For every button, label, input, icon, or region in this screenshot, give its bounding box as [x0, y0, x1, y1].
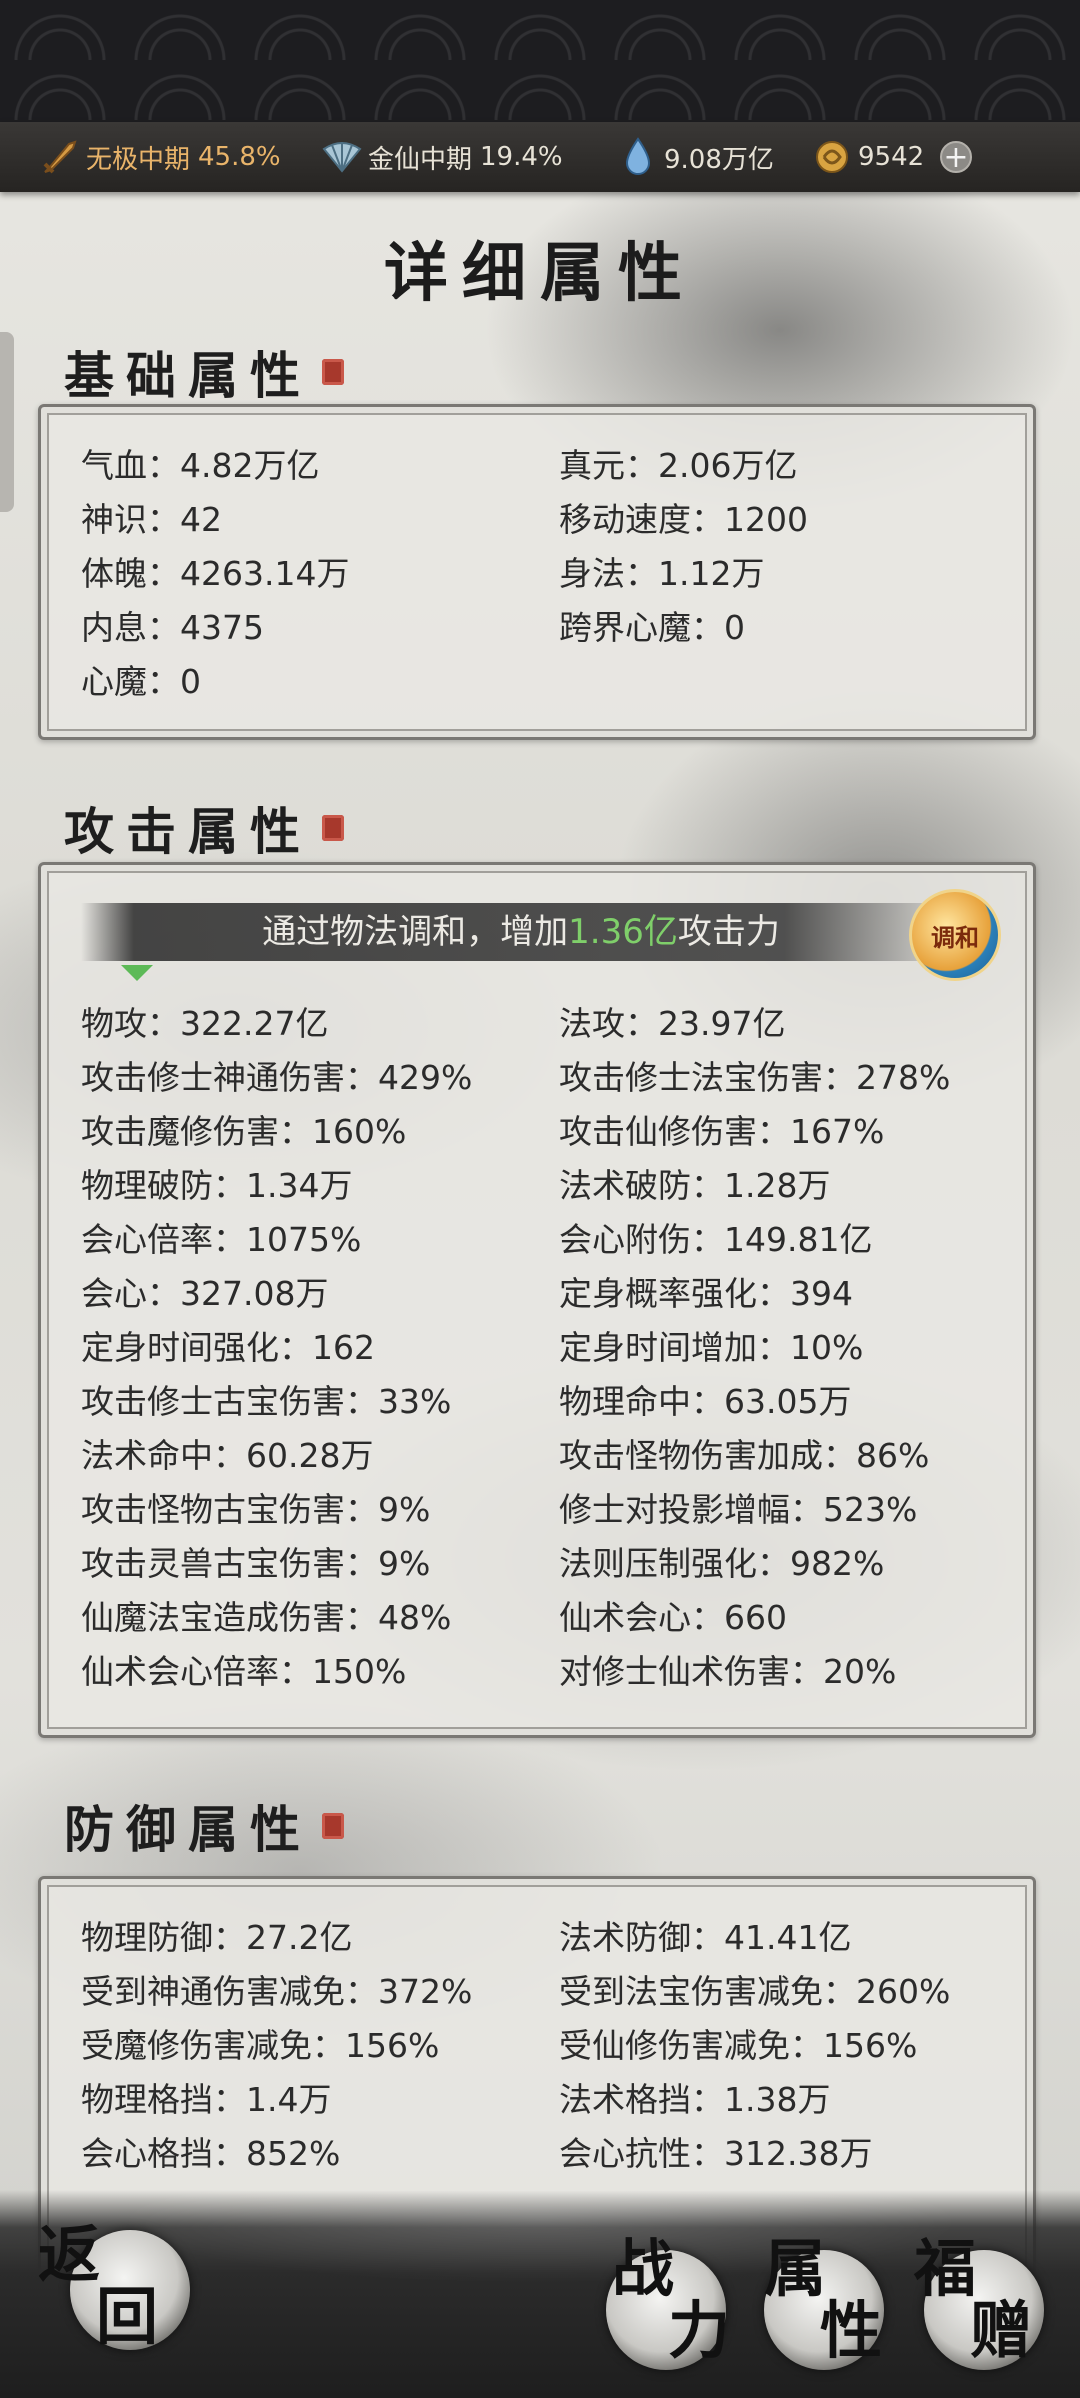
- coin-amount: 9542: [858, 142, 925, 172]
- harmony-banner: 通过物法调和，增加1.36亿攻击力: [81, 903, 961, 961]
- top-decoration: [0, 0, 1080, 122]
- stat-cell: 定身概率强化：394: [559, 1274, 853, 1313]
- page-title: 详细属性: [384, 236, 696, 311]
- crystal-drop-icon: [618, 137, 658, 177]
- stat-cell: 会心抗性：312.38万: [559, 2134, 873, 2173]
- stat-cell: 法术破防：1.28万: [559, 1166, 831, 1205]
- stat-cell: 攻击怪物伤害加成：86%: [559, 1436, 930, 1475]
- stat-cell: 神识：42: [81, 500, 222, 539]
- realm2-name: 金仙中期: [368, 144, 473, 175]
- stat-cell: 定身时间强化：162: [81, 1328, 375, 1367]
- stat-cell: 攻击仙修伤害：167%: [559, 1112, 885, 1151]
- back-char-2: 回: [96, 2280, 159, 2353]
- attack-section-title: 攻击属性: [64, 802, 312, 861]
- stat-cell: 物理破防：1.34万: [81, 1166, 353, 1205]
- stat-cell: 攻击灵兽古宝伤害：9%: [81, 1544, 431, 1583]
- banner-suffix: 攻击力: [677, 912, 780, 952]
- stat-cell: 攻击修士法宝伤害：278%: [559, 1058, 951, 1097]
- basic-section-title: 基础属性: [64, 346, 312, 405]
- stat-cell: 攻击修士古宝伤害：33%: [81, 1382, 452, 1421]
- stat-cell: 受到神通伤害减免：372%: [81, 1972, 473, 2011]
- defense-section-title: 防御属性: [64, 1800, 312, 1859]
- basic-stats-panel: 气血：4.82万亿 真元：2.06万亿 神识：42 移动速度：1200 体魄：4…: [38, 404, 1036, 740]
- realm1-percent: 45.8%: [198, 142, 281, 172]
- fan-icon: [322, 137, 362, 177]
- add-coins-button[interactable]: +: [940, 141, 972, 173]
- stat-cell: 受魔修伤害减免：156%: [81, 2026, 440, 2065]
- power-char-2: 力: [668, 2294, 731, 2367]
- banner-arrow-icon: [121, 965, 153, 981]
- realm2-indicator: 金仙中期 19.4%: [322, 137, 563, 177]
- stat-cell: 体魄：4263.14万: [81, 554, 350, 593]
- stat-cell: 攻击魔修伤害：160%: [81, 1112, 407, 1151]
- power-char-1: 战: [612, 2232, 675, 2305]
- stat-cell: 气血：4.82万亿: [81, 446, 320, 485]
- stat-cell: 物理防御：27.2亿: [81, 1918, 353, 1957]
- stat-cell: 法术命中：60.28万: [81, 1436, 374, 1475]
- stat-cell: 会心：327.08万: [81, 1274, 329, 1313]
- stat-cell: 心魔：0: [81, 662, 201, 701]
- back-button[interactable]: 返 回: [30, 2210, 190, 2370]
- stat-cell: 攻击怪物古宝伤害：9%: [81, 1490, 431, 1529]
- stat-cell: 内息：4375: [81, 608, 264, 647]
- stat-cell: 会心附伤：149.81亿: [559, 1220, 873, 1259]
- attack-stats-panel: 通过物法调和，增加1.36亿攻击力 调和 物攻：322.27亿 法攻：23.97…: [38, 862, 1036, 1738]
- stat-cell: 法则压制强化：982%: [559, 1544, 885, 1583]
- crystal-indicator: 9.08万亿: [618, 137, 774, 177]
- seal-icon: [322, 1813, 344, 1839]
- realm2-percent: 19.4%: [480, 142, 563, 172]
- gift-char-1: 福: [914, 2232, 977, 2305]
- stat-cell: 法术格挡：1.38万: [559, 2080, 831, 2119]
- stat-cell: 定身时间增加：10%: [559, 1328, 864, 1367]
- stat-cell: 受到法宝伤害减免：260%: [559, 1972, 951, 2011]
- gift-char-2: 赠: [970, 2294, 1033, 2367]
- bottom-nav-bar: 返 回 战 力 属 性 福 赠: [0, 2190, 1080, 2398]
- attack-section-heading: 攻击属性: [64, 792, 344, 864]
- stat-cell: 会心倍率：1075%: [81, 1220, 362, 1259]
- crystal-amount: 9.08万亿: [664, 144, 774, 175]
- banner-prefix: 通过物法调和，增加: [262, 912, 569, 952]
- attributes-char-1: 属: [764, 2232, 827, 2305]
- stat-cell: 法术防御：41.41亿: [559, 1918, 852, 1957]
- stat-cell: 法攻：23.97亿: [559, 1004, 786, 1043]
- tab-attributes[interactable]: 属 性: [754, 2220, 894, 2380]
- basic-section-heading: 基础属性: [64, 336, 344, 408]
- coin-icon: [812, 137, 852, 177]
- coin-indicator: 9542: [812, 137, 924, 177]
- stat-cell: 身法：1.12万: [559, 554, 765, 593]
- attributes-char-2: 性: [820, 2294, 883, 2367]
- sword-icon: [40, 137, 80, 177]
- stat-cell: 跨界心魔：0: [559, 608, 745, 647]
- harmony-icon-label: 调和: [931, 922, 979, 952]
- harmony-button[interactable]: 调和: [909, 889, 1001, 981]
- realm1-indicator: 无极中期 45.8%: [40, 137, 281, 177]
- banner-value: 1.36亿: [568, 912, 678, 952]
- stat-cell: 物攻：322.27亿: [81, 1004, 329, 1043]
- stat-cell: 修士对投影增幅：523%: [559, 1490, 918, 1529]
- side-pull-tab[interactable]: [0, 332, 14, 512]
- stat-cell: 物理命中：63.05万: [559, 1382, 852, 1421]
- stat-cell: 仙术会心倍率：150%: [81, 1652, 407, 1691]
- seal-icon: [322, 359, 344, 385]
- realm1-name: 无极中期: [86, 144, 191, 175]
- stat-cell: 对修士仙术伤害：20%: [559, 1652, 897, 1691]
- tab-power[interactable]: 战 力: [606, 2220, 746, 2380]
- stat-cell: 会心格挡：852%: [81, 2134, 341, 2173]
- stat-cell: 真元：2.06万亿: [559, 446, 798, 485]
- status-bar: 无极中期 45.8% 金仙中期 19.4% 9.08万亿 9542 +: [0, 122, 1080, 192]
- back-char-1: 返: [38, 2218, 101, 2291]
- stat-cell: 移动速度：1200: [559, 500, 808, 539]
- stat-cell: 仙魔法宝造成伤害：48%: [81, 1598, 452, 1637]
- tab-gift[interactable]: 福 赠: [904, 2220, 1054, 2380]
- seal-icon: [322, 815, 344, 841]
- stat-cell: 攻击修士神通伤害：429%: [81, 1058, 473, 1097]
- stat-cell: 物理格挡：1.4万: [81, 2080, 332, 2119]
- stat-cell: 受仙修伤害减免：156%: [559, 2026, 918, 2065]
- stat-cell: 仙术会心：660: [559, 1598, 787, 1637]
- defense-section-heading: 防御属性: [64, 1790, 344, 1862]
